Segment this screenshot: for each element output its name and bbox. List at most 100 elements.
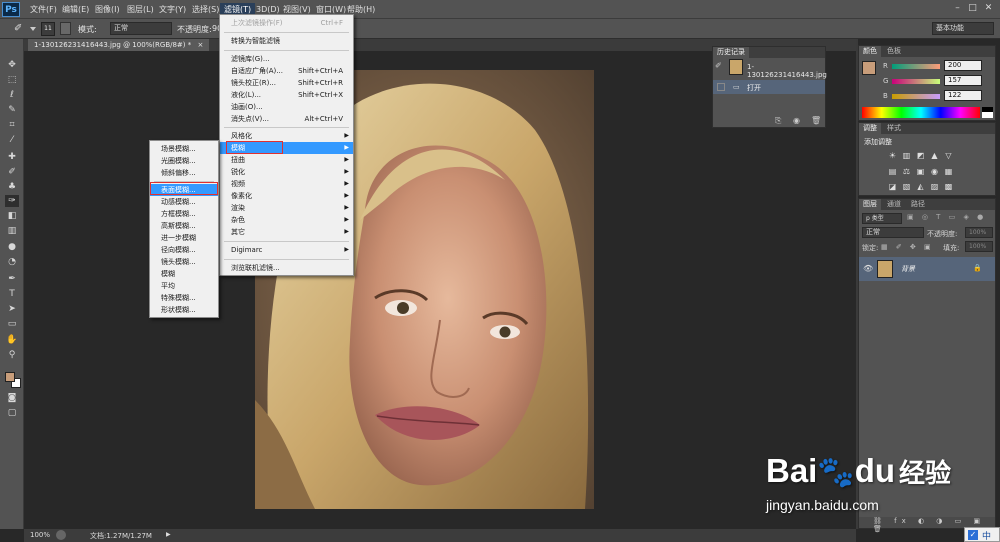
mode-select[interactable]: 正常	[110, 22, 172, 35]
panel-foreground-swatch[interactable]	[862, 61, 876, 75]
dodge-tool-icon[interactable]: ◔	[5, 256, 19, 268]
gradient-map-adjust-icon[interactable]: ▩	[943, 182, 954, 192]
brush-size-picker[interactable]: 11	[41, 22, 55, 36]
tab-paths[interactable]: 路径	[907, 199, 929, 210]
menu-layer[interactable]: 图层(L)	[123, 3, 158, 17]
new-document-from-state-icon[interactable]: ⎘	[775, 116, 785, 126]
document-tab[interactable]: 1-130126231416443.jpg @ 100%(RGB/8#) * ×	[28, 39, 210, 51]
history-snapshot-name[interactable]: 1-130126231416443.jpg	[747, 63, 827, 79]
workspace-select[interactable]: 基本功能	[932, 22, 994, 35]
channel-g-value[interactable]: 157	[944, 75, 982, 86]
type-tool-icon[interactable]: T	[5, 288, 19, 300]
eraser-tool-icon[interactable]: ◧	[5, 210, 19, 222]
photo-filter-adjust-icon[interactable]: ◉	[929, 167, 940, 177]
vibrance-adjust-icon[interactable]: ▽	[943, 151, 954, 161]
ramp-white[interactable]	[982, 112, 993, 118]
color-balance-adjust-icon[interactable]: ⚖	[901, 167, 912, 177]
menu-file[interactable]: 文件(F)	[26, 3, 61, 17]
channel-mixer-adjust-icon[interactable]: ▦	[943, 167, 954, 177]
blend-mode-select[interactable]: 正常	[862, 227, 924, 238]
tab-channels[interactable]: 通道	[883, 199, 905, 210]
filter-render[interactable]: 渲染 ▶	[220, 202, 353, 214]
filter-adaptive-wide-angle[interactable]: 自适应广角(A)... Shift+Ctrl+A	[220, 65, 353, 77]
screen-mode-icon[interactable]: ▢	[5, 407, 19, 419]
tab-layers[interactable]: 图层	[859, 199, 881, 210]
filter-convert-smart[interactable]: 转换为智能滤镜	[220, 35, 353, 47]
menu-edit[interactable]: 编辑(E)	[58, 3, 93, 17]
blur-shape[interactable]: 形状模糊...	[150, 304, 218, 316]
marquee-tool-icon[interactable]: ⬚	[5, 74, 19, 86]
color-spectrum-ramp[interactable]	[862, 107, 980, 118]
channel-b-slider[interactable]	[892, 94, 940, 99]
blur-average[interactable]: 平均	[150, 280, 218, 292]
hue-saturation-adjust-icon[interactable]: ▤	[887, 167, 898, 177]
brush-panel-toggle-icon[interactable]	[60, 22, 71, 35]
threshold-adjust-icon[interactable]: ◭	[915, 182, 926, 192]
blur-radial[interactable]: 径向模糊...	[150, 244, 218, 256]
exposure-adjust-icon[interactable]: ▲	[929, 151, 940, 161]
blur-lens[interactable]: 镜头模糊...	[150, 256, 218, 268]
channel-b-value[interactable]: 122	[944, 90, 982, 101]
blur-simple[interactable]: 模糊	[150, 268, 218, 280]
quick-select-tool-icon[interactable]: ✎	[5, 104, 19, 116]
layer-row-background[interactable]: 👁 背景 🔒	[859, 257, 995, 281]
filter-vanishing-point[interactable]: 消失点(V)... Alt+Ctrl+V	[220, 113, 353, 125]
zoom-level[interactable]: 100%	[30, 531, 50, 539]
history-step-checkbox[interactable]	[717, 83, 725, 91]
status-menu-arrow-icon[interactable]: ▶	[166, 531, 171, 538]
filter-lens-correction[interactable]: 镜头校正(R)... Shift+Ctrl+R	[220, 77, 353, 89]
menu-type[interactable]: 文字(Y)	[155, 3, 190, 17]
filter-oil-paint[interactable]: 油画(O)...	[220, 101, 353, 113]
gradient-tool-icon[interactable]: ▥	[5, 225, 19, 237]
filter-other[interactable]: 其它 ▶	[220, 226, 353, 238]
layer-opacity-input[interactable]: 100%	[965, 227, 993, 238]
foreground-color-swatch[interactable]	[5, 372, 15, 382]
layer-visibility-eye-icon[interactable]: 👁	[863, 264, 873, 273]
close-icon[interactable]: ✕	[983, 3, 994, 14]
filter-pixelate[interactable]: 像素化 ▶	[220, 190, 353, 202]
quick-mask-icon[interactable]: ◙	[5, 392, 19, 404]
blur-more[interactable]: 进一步模糊	[150, 232, 218, 244]
zoom-tool-icon[interactable]: ⚲	[5, 349, 19, 361]
crop-tool-icon[interactable]: ⌗	[5, 119, 19, 131]
history-brush-source-icon[interactable]: ✐	[715, 61, 727, 73]
menu-image[interactable]: 图像(I)	[91, 3, 124, 17]
layer-name[interactable]: 背景	[901, 264, 915, 274]
brush-tool-icon[interactable]: ✐	[14, 23, 26, 35]
clone-stamp-tool-icon[interactable]: ♣	[5, 181, 19, 193]
camera-snapshot-icon[interactable]: ◉	[793, 116, 803, 126]
shape-tool-icon[interactable]: ▭	[5, 318, 19, 330]
tab-adjustments[interactable]: 调整	[859, 123, 881, 134]
blur-iris[interactable]: 光圈模糊...	[150, 155, 218, 167]
filter-video[interactable]: 视频 ▶	[220, 178, 353, 190]
filter-noise[interactable]: 杂色 ▶	[220, 214, 353, 226]
tab-styles[interactable]: 样式	[883, 123, 905, 134]
blur-tilt-shift[interactable]: 倾斜偏移...	[150, 167, 218, 179]
selective-color-adjust-icon[interactable]: ▨	[929, 182, 940, 192]
lasso-tool-icon[interactable]: ℓ	[5, 89, 19, 101]
posterize-adjust-icon[interactable]: ▧	[901, 182, 912, 192]
history-step-row[interactable]: ▭ 打开	[713, 80, 825, 94]
brush-tool-icon[interactable]: ✐	[5, 166, 19, 178]
filter-gallery[interactable]: 滤镜库(G)...	[220, 53, 353, 65]
filter-liquify[interactable]: 液化(L)... Shift+Ctrl+X	[220, 89, 353, 101]
blur-tool-icon[interactable]: ●	[5, 241, 19, 253]
fill-input[interactable]: 100%	[965, 241, 993, 252]
hand-tool-icon[interactable]: ✋	[5, 334, 19, 346]
blur-gaussian[interactable]: 高斯模糊...	[150, 220, 218, 232]
channel-r-slider[interactable]	[892, 64, 940, 69]
levels-adjust-icon[interactable]: ▥	[901, 151, 912, 161]
pen-tool-icon[interactable]: ✒	[5, 273, 19, 285]
blur-motion[interactable]: 动感模糊...	[150, 196, 218, 208]
status-info-icon[interactable]	[56, 530, 66, 540]
minimize-icon[interactable]: –	[952, 3, 963, 14]
document-tab-close-icon[interactable]: ×	[198, 41, 204, 49]
lock-icons[interactable]: ▦ ✐ ✥ ▣	[881, 243, 934, 251]
eyedropper-tool-icon[interactable]: ⁄	[5, 134, 19, 146]
filter-digimarc[interactable]: Digimarc ▶	[220, 244, 353, 256]
curves-adjust-icon[interactable]: ◩	[915, 151, 926, 161]
channel-g-slider[interactable]	[892, 79, 940, 84]
maximize-icon[interactable]: □	[967, 3, 978, 14]
path-select-tool-icon[interactable]: ➤	[5, 303, 19, 315]
history-brush-tool-icon[interactable]: ✑	[5, 195, 19, 207]
